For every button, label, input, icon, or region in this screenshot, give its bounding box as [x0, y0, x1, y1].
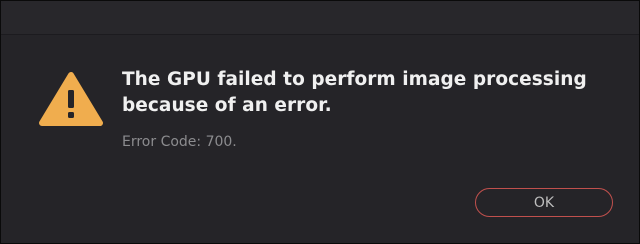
dialog-titlebar	[1, 1, 639, 35]
error-title-line-2: because of an error.	[122, 95, 332, 116]
warning-icon	[39, 72, 103, 126]
error-dialog: The GPU failed to perform image processi…	[0, 0, 640, 244]
ok-button[interactable]: OK	[475, 188, 613, 217]
error-code: Error Code: 700.	[122, 134, 237, 150]
error-title: The GPU failed to perform image processi…	[122, 67, 602, 119]
error-title-line-1: The GPU failed to perform image processi…	[122, 69, 587, 90]
